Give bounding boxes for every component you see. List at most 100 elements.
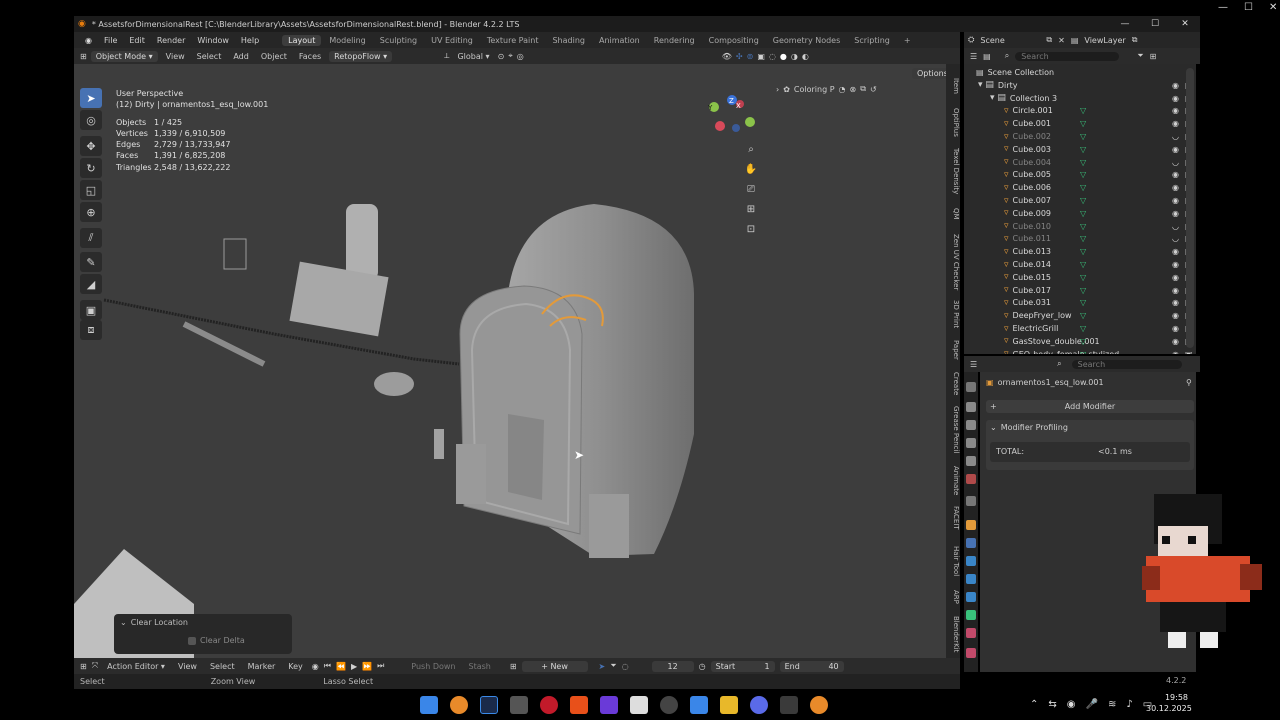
tab-shading[interactable]: Shading: [546, 35, 591, 46]
outliner-filter-icon[interactable]: ⏷: [1137, 51, 1143, 61]
menu-edit[interactable]: Edit: [124, 35, 150, 46]
retopoflow-menu[interactable]: RetopoFlow ▾: [329, 50, 393, 62]
coloring-tool-icon[interactable]: ⧉: [860, 84, 866, 94]
window-minimize-button[interactable]: —: [1110, 16, 1140, 32]
mesh-data-icon[interactable]: ▽: [1080, 132, 1086, 141]
sidebar-tab-texel-density[interactable]: Texel Density: [946, 148, 960, 194]
filter-icon[interactable]: ⏷: [610, 661, 616, 671]
outliner-editor-icon[interactable]: ☰: [970, 52, 977, 61]
properties-object-name[interactable]: ornamentos1_esq_low.001: [998, 378, 1104, 387]
scene-tab-icon[interactable]: [966, 456, 976, 466]
frame-end-field[interactable]: End 40: [779, 660, 844, 672]
outliner-item[interactable]: ▿Cube.031▽◉▣: [964, 297, 1196, 310]
app-icon[interactable]: [690, 696, 708, 714]
outliner-item[interactable]: ▿Cube.014▽◉▣: [964, 258, 1196, 271]
discord-app-icon[interactable]: [750, 696, 768, 714]
coloring-tool-icon[interactable]: ↺: [870, 85, 877, 94]
mesh-data-icon[interactable]: ▽: [1080, 183, 1086, 192]
render-shading-icon[interactable]: ◐: [802, 52, 809, 61]
app-icon[interactable]: [600, 696, 618, 714]
sidebar-tab-qm[interactable]: QM: [946, 208, 960, 220]
move-tool-icon[interactable]: ✥: [80, 136, 102, 156]
overlay-toggle-icon[interactable]: ⊚: [747, 52, 754, 61]
menu-add[interactable]: Add: [229, 52, 253, 61]
tab-rendering[interactable]: Rendering: [648, 35, 701, 46]
next-key-icon[interactable]: ⏩: [362, 662, 372, 671]
mesh-data-icon[interactable]: ▽: [1080, 298, 1086, 307]
wifi-icon[interactable]: ≋: [1108, 699, 1116, 710]
current-frame-field[interactable]: 12: [651, 660, 694, 672]
options-dropdown[interactable]: Options: [912, 68, 946, 79]
zoom-icon[interactable]: ⌕: [743, 142, 759, 158]
select-box-tool-icon[interactable]: ➤: [80, 88, 102, 108]
select-mode-icon[interactable]: ➤: [599, 662, 606, 671]
timeline-editor-dropdown[interactable]: Action Editor ▾: [103, 662, 169, 671]
menu-render[interactable]: Render: [152, 35, 190, 46]
chevron-up-icon[interactable]: ⌃: [1030, 699, 1038, 710]
properties-search-input[interactable]: Search: [1071, 359, 1182, 369]
visibility-eye-icon[interactable]: ◡: [1172, 132, 1179, 141]
tab-scripting[interactable]: Scripting: [848, 35, 896, 46]
redo-panel-header[interactable]: ⌄ Clear Location: [114, 614, 292, 631]
brave-app-icon[interactable]: [570, 696, 588, 714]
tab-sculpting[interactable]: Sculpting: [374, 35, 423, 46]
visibility-eye-icon[interactable]: ◉: [1172, 170, 1179, 179]
visibility-eye-icon[interactable]: ◉: [1172, 196, 1179, 205]
mesh-data-icon[interactable]: ▽: [1080, 324, 1086, 333]
outliner-item[interactable]: ▿ElectricGrill▽◉▣: [964, 322, 1196, 335]
view-layer-tab-icon[interactable]: [966, 438, 976, 448]
mesh-data-icon[interactable]: ▽: [1080, 222, 1086, 231]
editor-type-icon[interactable]: ⊞: [80, 52, 87, 61]
mic-icon[interactable]: 🎤: [1086, 699, 1098, 710]
blender-running-icon[interactable]: [810, 696, 828, 714]
outliner-item[interactable]: ▿GasStove_double.001▽◉▣: [964, 335, 1196, 348]
outliner-item[interactable]: ▿Cube.010▽◡▣: [964, 220, 1196, 233]
sidebar-tab-3d-print[interactable]: 3D Print: [946, 300, 960, 328]
outliner-item[interactable]: ▿Circle.001▽◉▣: [964, 105, 1196, 118]
pin-icon[interactable]: ⚲: [1186, 378, 1192, 387]
visibility-eye-icon[interactable]: ◉: [1172, 209, 1179, 218]
add-cube-tool-icon[interactable]: ▣: [80, 300, 102, 320]
particles-tab-icon[interactable]: [966, 556, 976, 566]
app-tray-icon[interactable]: ◉: [1067, 699, 1076, 710]
window-close-button[interactable]: ✕: [1170, 16, 1200, 32]
modifier-profiling-header[interactable]: ⌄ Modifier Profiling: [986, 420, 1194, 435]
sidebar-tab-create[interactable]: Create: [946, 372, 960, 395]
outliner-display-icon[interactable]: ▤: [983, 52, 991, 61]
modifier-tab-icon[interactable]: [966, 538, 976, 548]
constraints-tab-icon[interactable]: [966, 592, 976, 602]
coloring-palette-icon[interactable]: ✿: [783, 85, 790, 94]
outliner-item[interactable]: ▿Cube.004▽◡▣: [964, 156, 1196, 169]
data-tab-icon[interactable]: [966, 610, 976, 620]
outliner-item[interactable]: ▿Cube.015▽◉▣: [964, 271, 1196, 284]
frame-start-field[interactable]: Start 1: [710, 660, 775, 672]
mesh-data-icon[interactable]: ▽: [1080, 273, 1086, 282]
new-action-icon[interactable]: ⊞: [510, 662, 517, 671]
blender-app-icon[interactable]: [450, 696, 468, 714]
file-explorer-icon[interactable]: [720, 696, 738, 714]
clock[interactable]: 19:58 30.12.2025: [1146, 692, 1192, 714]
cursor-tool-icon[interactable]: ◎: [80, 110, 102, 130]
add-object-tool-icon[interactable]: ⧈: [80, 320, 102, 340]
scene-name[interactable]: Scene: [980, 36, 1040, 45]
window-maximize-button[interactable]: ☐: [1140, 16, 1170, 32]
sidebar-tab-arp[interactable]: ARP: [946, 590, 960, 604]
mesh-data-icon[interactable]: ▽: [1080, 106, 1086, 115]
mesh-data-icon[interactable]: ▽: [1080, 337, 1086, 346]
visibility-eye-icon[interactable]: ◉: [1172, 94, 1179, 103]
blender-menu-icon[interactable]: ◉: [80, 35, 97, 46]
mesh-data-icon[interactable]: ▽: [1080, 311, 1086, 320]
visibility-eye-icon[interactable]: ◉: [1172, 350, 1179, 354]
visibility-eye-icon[interactable]: ◉: [1172, 106, 1179, 115]
tab-uv-editing[interactable]: UV Editing: [425, 35, 479, 46]
outliner-item[interactable]: ▿ GEO-body_female_stylized▽ ◉ ▣: [964, 348, 1196, 354]
visibility-eye-icon[interactable]: ◉: [1172, 145, 1179, 154]
mesh-data-icon[interactable]: ▽: [1080, 234, 1086, 243]
properties-editor-icon[interactable]: ☰: [970, 360, 977, 369]
outliner-item[interactable]: ▿Cube.003▽◉▣: [964, 143, 1196, 156]
snap-icon[interactable]: ⌖: [508, 51, 513, 61]
solid-shading-icon[interactable]: ●: [780, 52, 787, 61]
coloring-label[interactable]: Coloring P: [794, 85, 835, 94]
mesh-data-icon[interactable]: ▽: [1080, 119, 1086, 128]
timeline-editor-icon[interactable]: ⊞: [80, 662, 87, 671]
